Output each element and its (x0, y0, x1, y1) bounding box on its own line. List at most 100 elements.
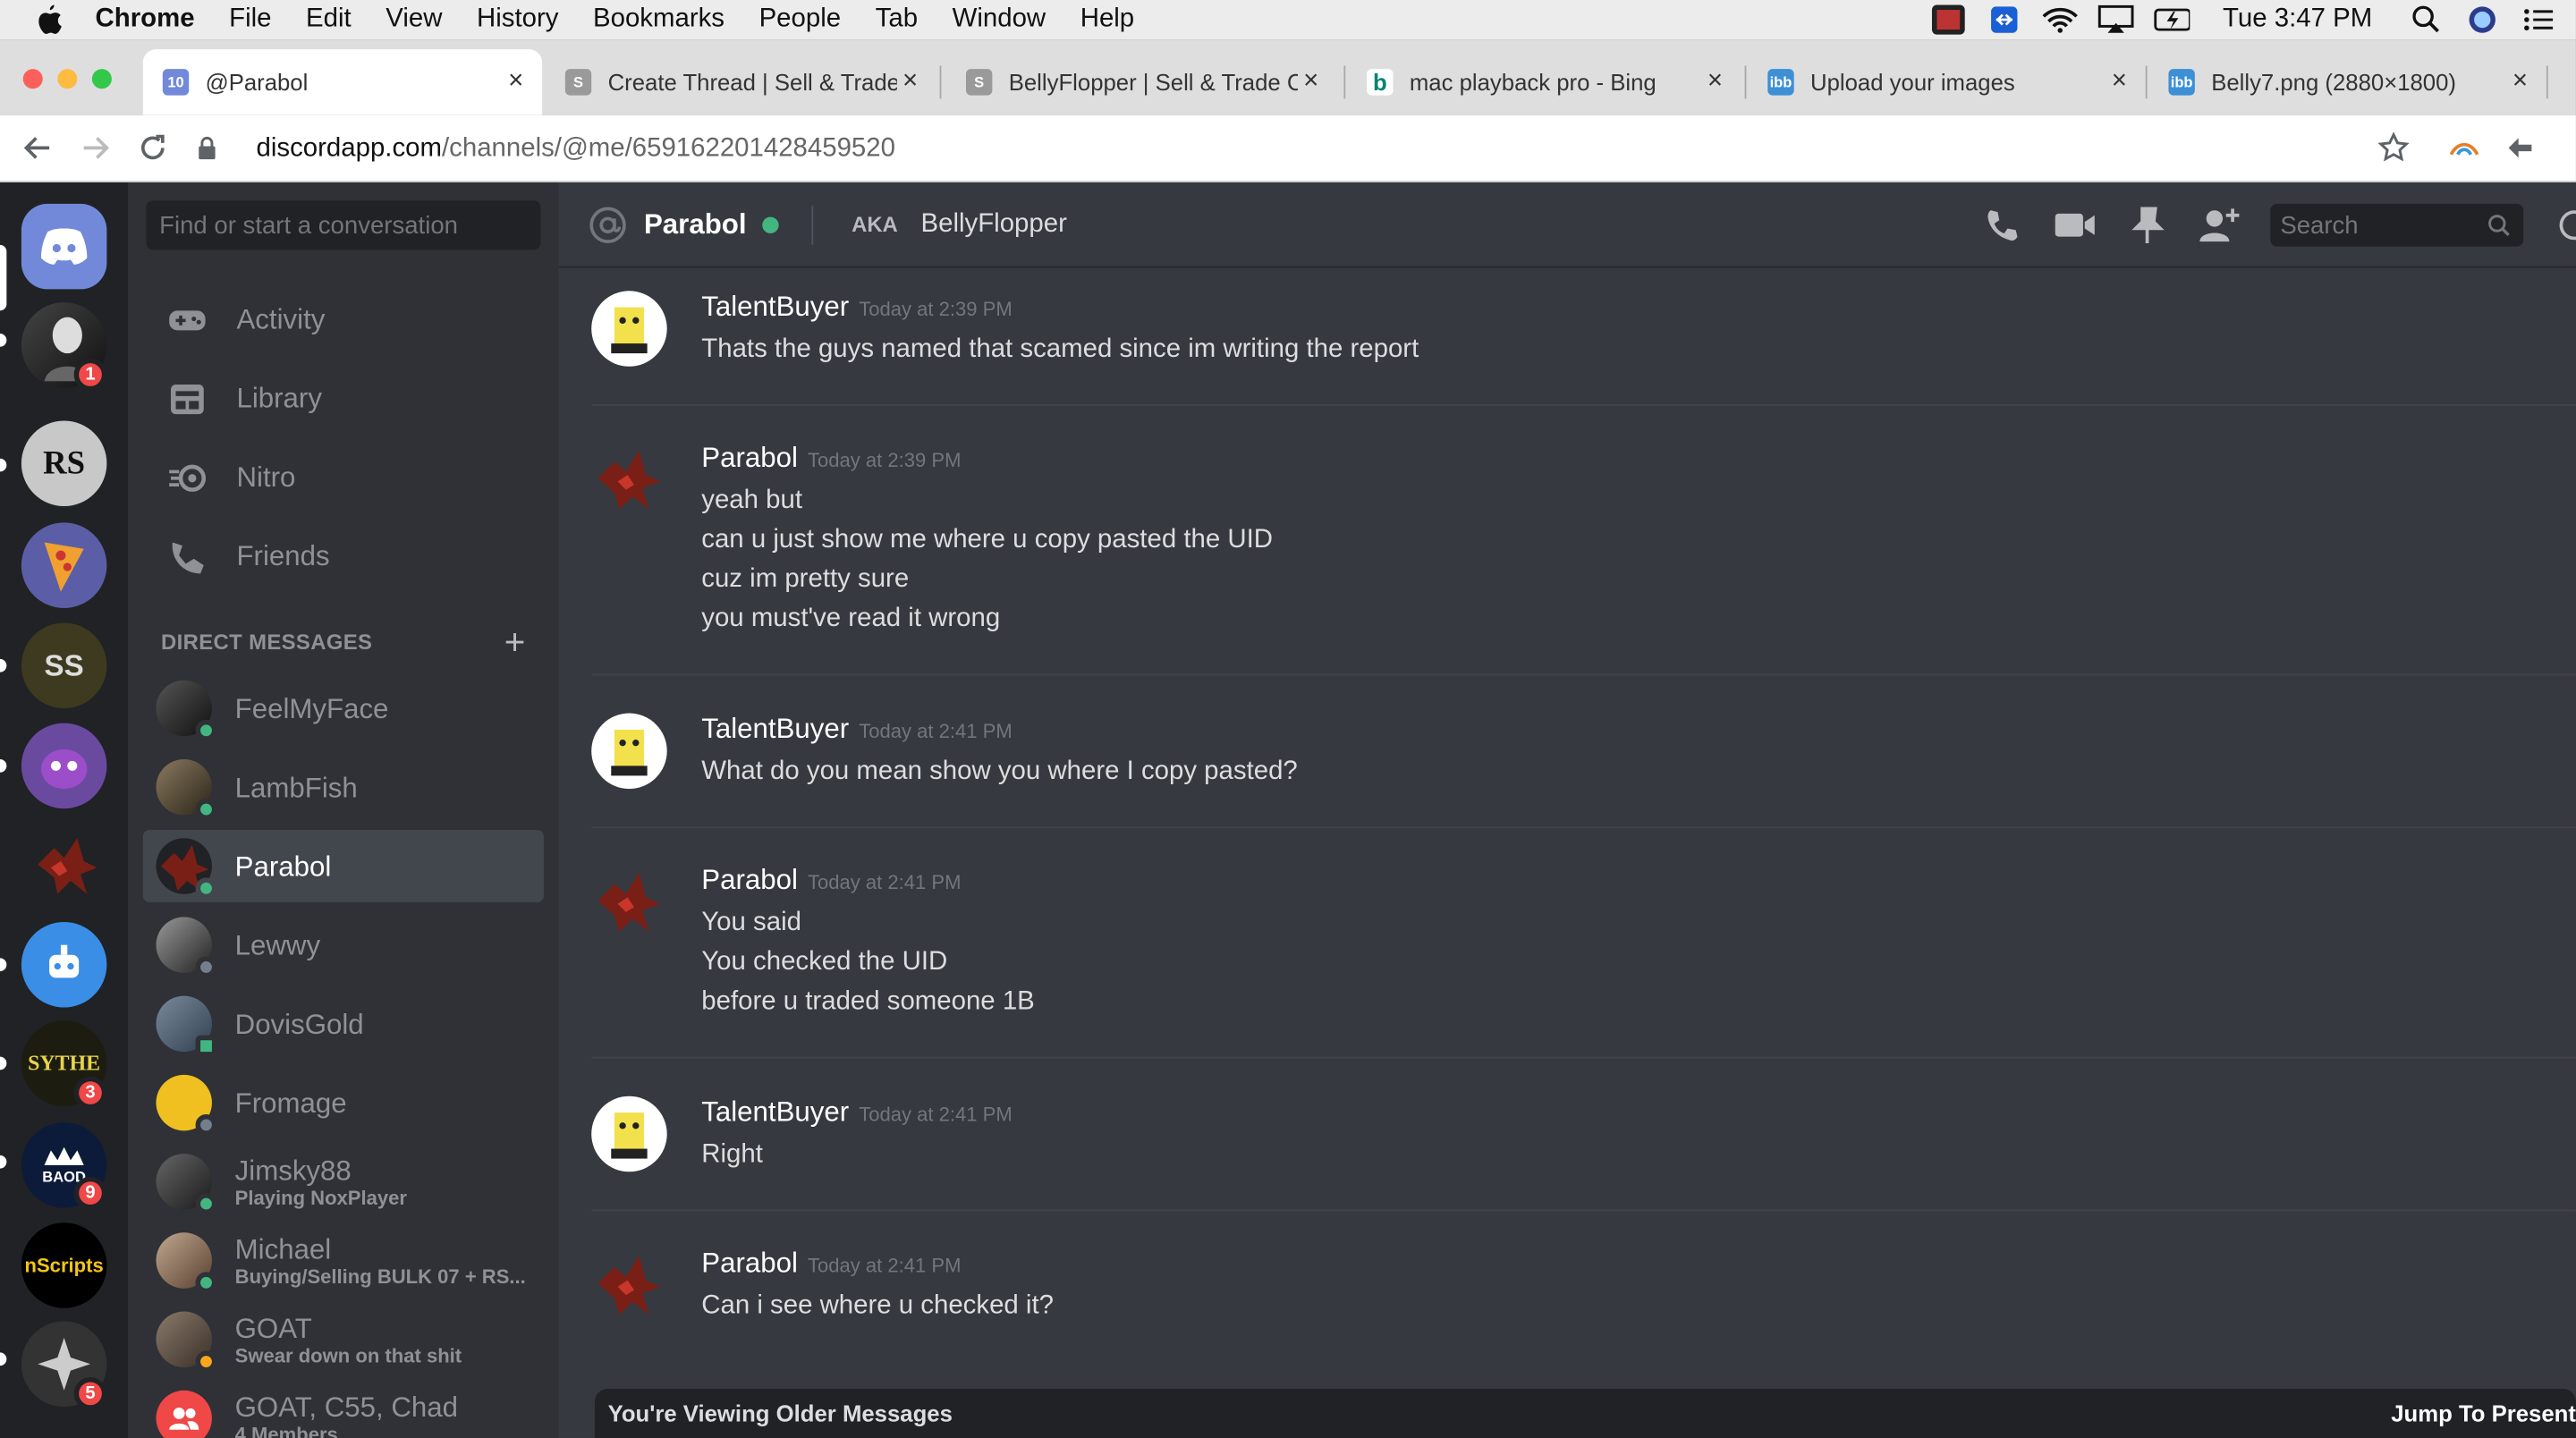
menu-view[interactable]: View (386, 5, 442, 35)
close-tab-icon[interactable]: × (1298, 67, 1324, 97)
battery-icon[interactable] (2154, 5, 2190, 35)
discord-home-button[interactable] (21, 203, 107, 290)
back-icon[interactable] (18, 128, 57, 167)
bookmark-star-icon[interactable] (2377, 131, 2411, 173)
minimize-window-button[interactable] (57, 69, 78, 89)
menu-help[interactable]: Help (1080, 5, 1134, 35)
avatar[interactable] (591, 713, 667, 790)
menu-window[interactable]: Window (953, 5, 1046, 35)
tab-create-thread[interactable]: S Create Thread | Sell & Trade × (546, 49, 936, 115)
tab-parabol[interactable]: 10 @Parabol × (142, 49, 543, 115)
message-text: What do you mean show you where I copy p… (701, 757, 1298, 786)
nav-activity[interactable]: Activity (167, 288, 325, 354)
teamviewer-tray-icon[interactable] (1987, 5, 2022, 35)
message-text: You said (701, 909, 801, 937)
menu-app-name[interactable]: Chrome (96, 5, 195, 35)
dm-item-parabol[interactable]: Parabol (142, 830, 544, 902)
dm-item-feelmyface[interactable]: FeelMyFace (143, 672, 544, 745)
avatar[interactable] (591, 1247, 667, 1324)
message-author[interactable]: Parabol (701, 865, 798, 896)
menu-history[interactable]: History (477, 5, 558, 35)
airplay-icon[interactable] (2097, 4, 2134, 35)
close-tab-icon[interactable]: × (897, 67, 923, 97)
server-purple-mascot[interactable] (21, 723, 107, 809)
dm-item-jimsky88[interactable]: Jimsky88 Playing NoxPlayer (143, 1146, 544, 1218)
reload-icon[interactable] (133, 128, 173, 167)
nav-friends[interactable]: Friends (167, 524, 330, 590)
dm-name: GOAT, C55, Chad (234, 1391, 458, 1423)
server-rs[interactable]: RS (21, 420, 107, 507)
online-status (195, 799, 217, 821)
message-author[interactable]: Parabol (701, 442, 798, 473)
extension-arc-icon[interactable] (2448, 135, 2481, 170)
dm-item-fromage[interactable]: Fromage (143, 1067, 544, 1139)
server-nscripts[interactable]: nScripts (21, 1222, 107, 1308)
jump-to-present-button[interactable]: Jump To Present (2391, 1400, 2576, 1426)
menu-file[interactable]: File (229, 5, 271, 35)
tab-belly7-png[interactable]: ibb Belly7.png (2880×1800) × (2148, 49, 2546, 115)
dm-item-dovisgold[interactable]: DovisGold (143, 987, 544, 1060)
message-text: you must've read it wrong (701, 605, 1001, 633)
server-bot[interactable] (21, 921, 107, 1008)
message-author[interactable]: TalentBuyer (701, 1096, 849, 1128)
tab-bellyflopper[interactable]: S BellyFlopper | Sell & Trade C × (946, 49, 1337, 115)
pinned-messages-icon[interactable] (2126, 204, 2169, 247)
avatar[interactable] (591, 1095, 667, 1172)
tab-bing[interactable]: b mac playback pro - Bing × (1347, 49, 1741, 115)
extension-puzzle-icon[interactable] (2504, 133, 2537, 171)
dm-name: Jimsky88 (234, 1154, 352, 1186)
ibb-favicon-icon: ibb (2168, 69, 2195, 96)
add-friends-to-dm-icon[interactable] (2199, 204, 2241, 247)
dm-item-group[interactable]: GOAT, C55, Chad 4 Members (143, 1383, 544, 1438)
create-dm-plus-icon[interactable]: + (504, 622, 526, 664)
zoom-window-button[interactable] (91, 69, 112, 89)
avatar (156, 1074, 217, 1136)
message-author[interactable]: TalentBuyer (701, 714, 849, 745)
start-video-call-icon[interactable] (2054, 204, 2097, 247)
close-tab-icon[interactable]: × (1702, 67, 1728, 97)
dm-item-michael[interactable]: Michael Buying/Selling BULK 07 + RS... (143, 1224, 544, 1297)
server-parabol-avatar[interactable] (21, 821, 107, 908)
server-ss[interactable]: SS (21, 622, 107, 709)
avatar[interactable] (591, 291, 667, 367)
url-field[interactable]: discordapp.com/channels/@me/659162201428… (197, 128, 895, 171)
mobile-status-icon (195, 1035, 217, 1057)
tab-upload-images[interactable]: ibb Upload your images × (1748, 49, 2145, 115)
avatar[interactable] (591, 864, 667, 941)
help-icon[interactable] (2550, 204, 2576, 247)
server-emblem-mention-badge: 5 (73, 1376, 107, 1410)
nav-nitro[interactable]: Nitro (167, 445, 295, 512)
menu-clock[interactable]: Tue 3:47 PM (2223, 5, 2372, 35)
aka-label: AKA (852, 212, 898, 237)
wifi-icon[interactable] (2042, 5, 2078, 35)
notification-center-icon[interactable] (2520, 5, 2555, 35)
start-voice-call-icon[interactable] (1981, 204, 2024, 247)
server-pizza[interactable] (21, 522, 107, 608)
message-text: Can i see where u checked it? (701, 1291, 1054, 1320)
lock-icon[interactable] (197, 136, 220, 164)
spotlight-search-icon[interactable] (2409, 5, 2445, 35)
message-text: Right (701, 1140, 763, 1169)
siri-icon[interactable] (2464, 5, 2500, 35)
avatar[interactable] (591, 442, 667, 518)
close-tab-icon[interactable]: × (2507, 67, 2533, 97)
close-tab-icon[interactable]: × (2106, 67, 2132, 97)
menu-tab[interactable]: Tab (876, 5, 918, 35)
nav-library[interactable]: Library (167, 367, 322, 433)
close-window-button[interactable] (22, 69, 43, 89)
message-author[interactable]: TalentBuyer (701, 291, 849, 322)
menu-bookmarks[interactable]: Bookmarks (593, 5, 724, 35)
close-tab-icon[interactable]: × (503, 67, 529, 97)
dm-item-lambfish[interactable]: LambFish (143, 751, 544, 824)
avatar (156, 1154, 217, 1215)
dm-item-lewwy[interactable]: Lewwy (143, 909, 544, 981)
runelite-tray-icon[interactable] (1930, 4, 1966, 35)
apple-icon[interactable] (36, 4, 62, 35)
dm-item-goat[interactable]: GOAT Swear down on that shit (143, 1303, 544, 1375)
chat-search-input[interactable]: Search (2270, 203, 2524, 247)
menu-people[interactable]: People (759, 5, 842, 35)
find-conversation-input[interactable]: Find or start a conversation (146, 200, 541, 250)
forward-icon[interactable] (75, 128, 114, 167)
menu-edit[interactable]: Edit (306, 5, 352, 35)
message-author[interactable]: Parabol (701, 1248, 798, 1279)
